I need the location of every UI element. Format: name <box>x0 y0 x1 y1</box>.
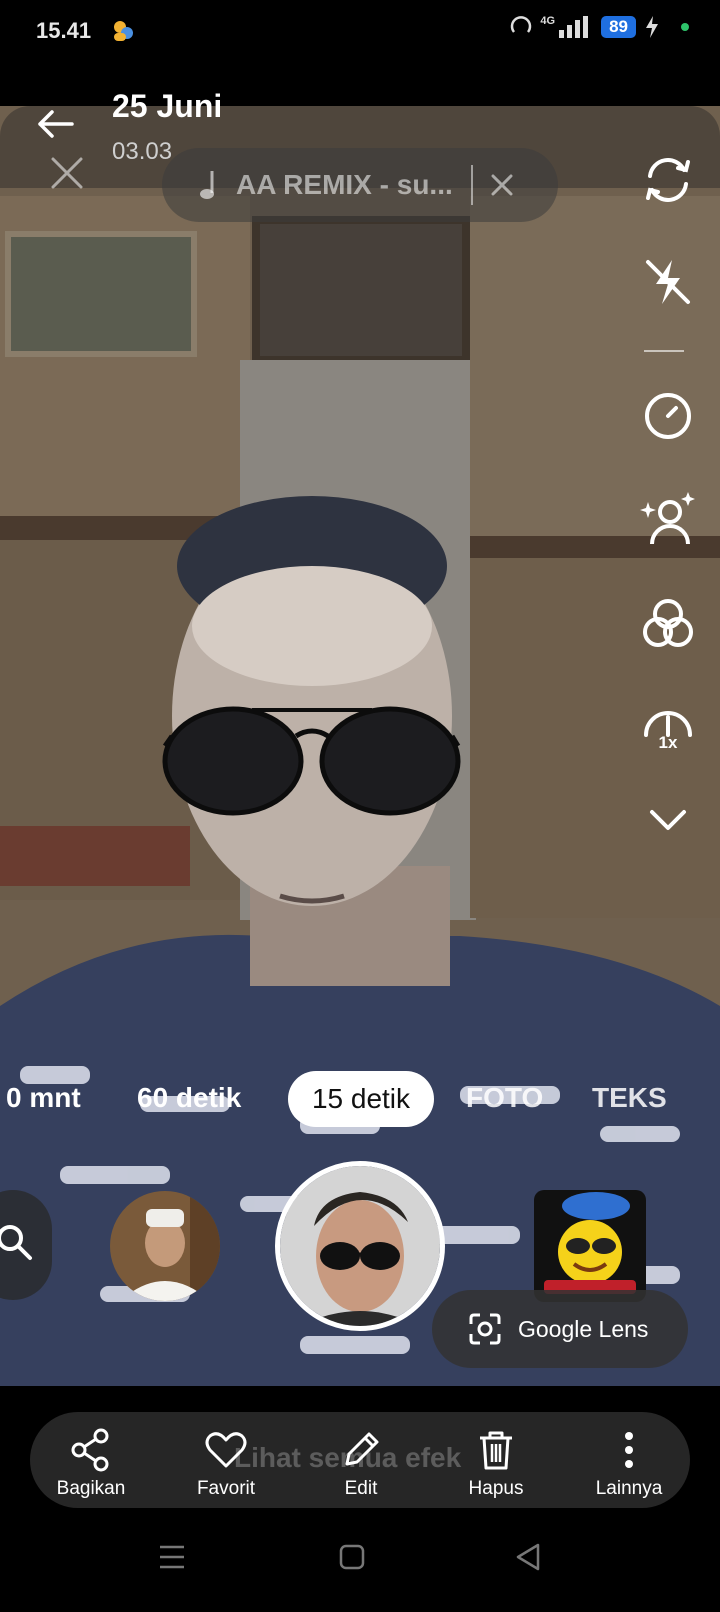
google-lens-label: Google Lens <box>518 1315 649 1342</box>
effect-avatar-1 <box>110 1191 220 1301</box>
flip-camera-button[interactable] <box>638 150 698 210</box>
system-nav-bar <box>0 1512 720 1612</box>
trash-icon <box>480 1431 512 1470</box>
music-selector[interactable]: AA REMIX - su... <box>162 148 558 222</box>
page-subtitle: 03.03 <box>112 138 173 165</box>
effect-thumbnail-3[interactable] <box>534 1190 646 1302</box>
mode-10-min[interactable]: 0 mnt <box>6 1082 81 1114</box>
flip-camera-icon <box>646 158 690 202</box>
mode-60-sec[interactable]: 60 detik <box>137 1082 241 1114</box>
remove-music-icon[interactable] <box>491 174 513 196</box>
filter-button[interactable] <box>638 594 698 654</box>
delete-label: Hapus <box>468 1478 524 1499</box>
google-lens-icon <box>469 1313 501 1345</box>
battery-level: 89 <box>601 16 636 38</box>
mode-photo[interactable]: FOTO <box>466 1082 543 1114</box>
more-label: Lainnya <box>595 1478 663 1499</box>
filter-circles-icon <box>643 599 693 647</box>
mode-15-sec[interactable]: 15 detik <box>288 1071 434 1127</box>
chevron-down-icon <box>650 810 686 830</box>
edit-button[interactable]: Edit <box>301 1428 421 1500</box>
effect-thumbnail-1[interactable] <box>110 1191 220 1301</box>
delete-button[interactable]: Hapus <box>436 1428 556 1500</box>
pill-divider <box>470 165 473 205</box>
timer-button[interactable] <box>638 386 698 446</box>
speed-button[interactable]: 1x <box>638 698 698 758</box>
recent-apps-icon[interactable] <box>158 1544 186 1570</box>
music-title: AA REMIX - su... <box>236 169 453 200</box>
back-nav-icon[interactable] <box>514 1542 542 1572</box>
status-time: 15.41 <box>36 18 92 43</box>
back-arrow-icon[interactable] <box>36 108 76 140</box>
charging-icon <box>646 16 658 38</box>
status-bar: 15.41 4G 89 <box>0 0 720 64</box>
emoji-effect-icon <box>534 1190 646 1302</box>
favorite-button[interactable]: Favorit <box>166 1428 286 1500</box>
capture-button[interactable] <box>275 1161 445 1331</box>
heart-icon <box>205 1432 247 1468</box>
share-button[interactable]: Bagikan <box>31 1428 151 1500</box>
beauty-face-icon <box>640 492 695 545</box>
signal-icon <box>559 16 589 38</box>
beauty-button[interactable] <box>638 490 698 550</box>
speed-label: 1x <box>658 733 678 752</box>
contacts-icon <box>114 21 133 41</box>
edit-label: Edit <box>344 1478 378 1499</box>
network-type: 4G <box>540 15 556 27</box>
close-camera-icon[interactable] <box>50 156 84 190</box>
more-tools-button[interactable] <box>638 790 698 850</box>
mode-text[interactable]: TEKS <box>592 1082 667 1114</box>
share-icon <box>71 1428 109 1472</box>
share-label: Bagikan <box>56 1478 126 1499</box>
toolbar-divider <box>644 350 684 352</box>
more-button[interactable]: Lainnya <box>569 1428 689 1500</box>
selected-effect-preview <box>280 1166 440 1326</box>
search-icon <box>0 1225 32 1260</box>
google-lens-button[interactable]: Google Lens <box>432 1290 688 1368</box>
status-right: 4G 89 <box>510 15 690 38</box>
timer-icon <box>645 393 691 439</box>
favorite-label: Favorit <box>196 1478 256 1499</box>
hotspot-icon <box>511 16 532 33</box>
home-icon[interactable] <box>339 1544 365 1570</box>
music-note-icon <box>200 171 214 199</box>
more-vertical-icon <box>625 1432 633 1468</box>
notification-dot-icon <box>681 23 689 31</box>
flash-off-icon <box>646 260 690 304</box>
flash-button[interactable] <box>638 252 698 312</box>
page-title: 25 Juni <box>112 88 223 124</box>
pencil-icon <box>345 1432 379 1466</box>
search-effects-button[interactable] <box>0 1190 52 1300</box>
